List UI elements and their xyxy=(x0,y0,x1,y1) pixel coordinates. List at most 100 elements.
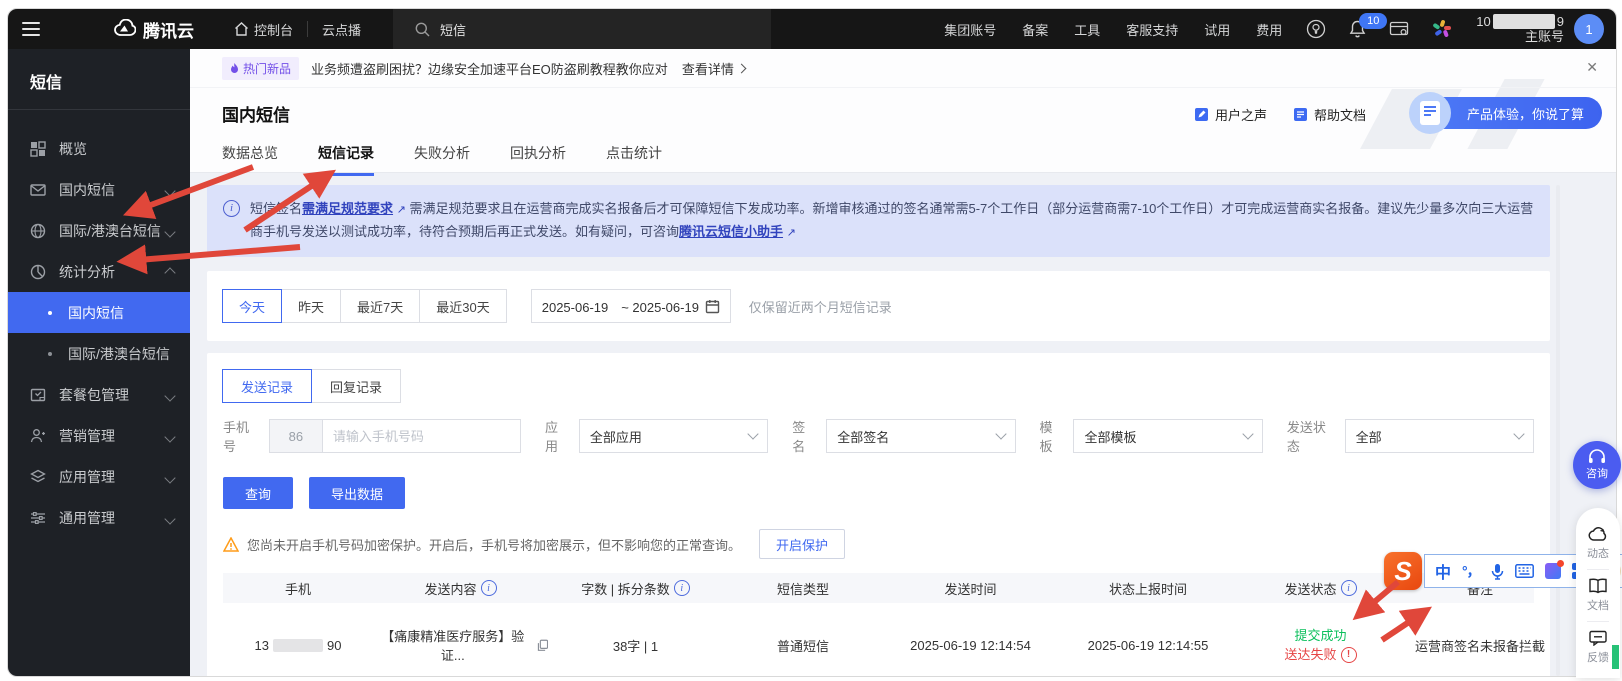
phone-input[interactable] xyxy=(323,420,520,452)
send-time-cell: 2025-06-19 12:14:54 xyxy=(883,638,1058,653)
user-voice-link[interactable]: 用户之声 xyxy=(1194,105,1267,124)
template-select[interactable]: 全部模板 xyxy=(1073,419,1262,453)
pinwheel-icon[interactable] xyxy=(1420,9,1464,49)
query-button[interactable]: 查询 xyxy=(223,477,293,509)
layers-icon xyxy=(30,469,46,485)
sidebar-title: 短信 xyxy=(8,49,190,109)
tab-send-records[interactable]: 发送记录 xyxy=(222,369,312,403)
smart-service-icon[interactable] xyxy=(1295,9,1337,49)
keyboard-icon[interactable] xyxy=(1515,564,1534,578)
status-cell: 提交成功 送达失败 ! xyxy=(1238,628,1403,663)
scrollbar[interactable] xyxy=(1556,185,1560,676)
hamburger-menu-icon[interactable] xyxy=(8,9,54,49)
preset-last7days[interactable]: 最近7天 xyxy=(340,289,420,323)
ime-mode-chinese[interactable]: 中 xyxy=(1435,559,1451,583)
copy-icon[interactable] xyxy=(537,639,548,652)
product-nav-vod[interactable]: 云点播 xyxy=(308,9,375,49)
external-link-icon: ↗ xyxy=(397,204,406,216)
tencent-cloud-logo[interactable]: 腾讯云 xyxy=(112,17,194,42)
preset-yesterday[interactable]: 昨天 xyxy=(281,289,341,323)
col-send-status: 发送状态i xyxy=(1238,579,1403,598)
cloud-logo-icon xyxy=(112,19,136,39)
banner-text: 业务频遭盗刷困扰？边缘安全加速平台EO防盗刷教程教你应对 xyxy=(311,59,668,78)
banner-detail-link[interactable]: 查看详情 xyxy=(682,59,745,78)
date-range-picker[interactable]: 2025-06-19 ~ 2025-06-19 xyxy=(531,289,731,323)
ime-skin-icon[interactable] xyxy=(1545,563,1561,579)
alert-text: 短信签名需满足规范要求 ↗ 需满足规范要求且在运营商完成实名报备后才可保障短信下… xyxy=(250,198,1534,244)
calendar-icon xyxy=(705,299,720,314)
preset-today[interactable]: 今天 xyxy=(222,289,282,323)
signature-select[interactable]: 全部签名 xyxy=(826,419,1015,453)
col-send-time: 发送时间 xyxy=(883,579,1058,598)
cloud-activity-icon xyxy=(1588,526,1608,542)
chevron-up-icon xyxy=(166,264,174,280)
page-header: 热门新品 业务频遭盗刷困扰？边缘安全加速平台EO防盗刷教程教你应对 查看详情 ✕… xyxy=(190,49,1616,173)
send-status-select[interactable]: 全部 xyxy=(1345,419,1534,453)
console-nav[interactable]: 控制台 xyxy=(220,9,307,49)
ticket-icon[interactable] xyxy=(1378,9,1420,49)
menu-tools[interactable]: 工具 xyxy=(1061,9,1113,49)
menu-trial[interactable]: 试用 xyxy=(1191,9,1243,49)
ime-punctuation[interactable]: °， xyxy=(1462,561,1480,581)
export-button[interactable]: 导出数据 xyxy=(309,477,405,509)
notification-bell-icon[interactable]: 10 xyxy=(1337,9,1378,49)
account-id-suffix: 9 xyxy=(1557,14,1564,29)
preset-last30days[interactable]: 最近30天 xyxy=(419,289,506,323)
hot-product-badge: 热门新品 xyxy=(222,57,299,80)
chevron-down-icon xyxy=(748,428,759,439)
sidebar-item-package-mgmt[interactable]: 套餐包管理 xyxy=(8,374,190,415)
sidebar-item-app-mgmt[interactable]: 应用管理 xyxy=(8,456,190,497)
account-info[interactable]: 10 9 主账号 xyxy=(1476,14,1564,44)
app-label: 应用 xyxy=(545,417,569,455)
tab-reply-records[interactable]: 回复记录 xyxy=(311,369,401,403)
sidebar-item-domestic-sms[interactable]: 国内短信 xyxy=(8,169,190,210)
pie-chart-icon xyxy=(30,264,46,280)
sidebar-item-general-mgmt[interactable]: 通用管理 xyxy=(8,497,190,538)
avatar[interactable]: 1 xyxy=(1574,14,1604,44)
rail-item-docs[interactable]: 文档 xyxy=(1587,572,1609,619)
info-icon[interactable]: i xyxy=(1341,580,1357,596)
info-icon[interactable]: i xyxy=(674,580,690,596)
headset-icon xyxy=(1588,449,1606,465)
menu-billing[interactable]: 费用 xyxy=(1243,9,1295,49)
divider xyxy=(1587,569,1609,570)
help-doc-link[interactable]: 帮助文档 xyxy=(1293,105,1366,124)
menu-group-account[interactable]: 集团账号 xyxy=(931,9,1009,49)
account-role: 主账号 xyxy=(1525,29,1564,44)
product-feedback-cta[interactable]: 产品体验，你说了算 xyxy=(1423,97,1602,129)
sms-assistant-link[interactable]: 腾讯云短信小助手 xyxy=(679,224,783,239)
search-icon xyxy=(415,22,430,37)
menu-icp[interactable]: 备案 xyxy=(1009,9,1061,49)
table-row[interactable]: 13 90 【痛康精准医疗服务】验证... 38字 | 1 普通短信 2025-… xyxy=(223,603,1534,677)
close-icon[interactable]: ✕ xyxy=(1586,59,1598,76)
sliders-icon xyxy=(30,510,46,526)
global-search[interactable]: 短信 xyxy=(393,9,771,49)
sogou-logo[interactable]: S xyxy=(1384,552,1422,590)
menu-support[interactable]: 客服支持 xyxy=(1113,9,1191,49)
sidebar-item-intl-sms[interactable]: 国际/港澳台短信 xyxy=(8,210,190,251)
console-window: 腾讯云 控制台 云点播 短信 集团账号 备案 工具 客服 xyxy=(7,8,1617,677)
error-icon[interactable]: ! xyxy=(1341,647,1357,663)
app-select[interactable]: 全部应用 xyxy=(579,419,768,453)
sidebar-item-overview[interactable]: 概览 xyxy=(8,128,190,169)
sidebar-subitem-domestic-sms[interactable]: 国内短信 xyxy=(8,292,190,333)
spec-requirement-link[interactable]: 需满足规范要求 xyxy=(302,201,393,216)
info-icon[interactable]: i xyxy=(481,580,497,596)
flame-icon xyxy=(230,63,239,74)
mic-icon[interactable] xyxy=(1491,563,1504,580)
records-card: 发送记录 回复记录 手机号 86 应用 全部应用 签名 全部签名 xyxy=(207,353,1550,677)
rail-item-activity[interactable]: 动态 xyxy=(1587,520,1609,567)
external-link-icon: ↗ xyxy=(787,227,796,239)
consult-float-button[interactable]: 咨询 xyxy=(1573,441,1621,489)
type-cell: 普通短信 xyxy=(723,636,883,655)
sidebar-subitem-intl-sms[interactable]: 国际/港澳台短信 xyxy=(8,333,190,374)
account-id-prefix: 10 xyxy=(1476,14,1490,29)
rail-item-feedback[interactable]: 反馈 xyxy=(1587,624,1609,671)
overview-grid-icon xyxy=(30,141,46,157)
promo-banner: 热门新品 业务频遭盗刷困扰？边缘安全加速平台EO防盗刷教程教你应对 查看详情 xyxy=(190,49,1616,88)
edge-artifact xyxy=(1612,645,1619,669)
enable-protection-button[interactable]: 开启保护 xyxy=(759,529,845,559)
sidebar-item-stats[interactable]: 统计分析 xyxy=(8,251,190,292)
sidebar-item-marketing-mgmt[interactable]: 营销管理 xyxy=(8,415,190,456)
doc-icon xyxy=(1293,107,1308,122)
